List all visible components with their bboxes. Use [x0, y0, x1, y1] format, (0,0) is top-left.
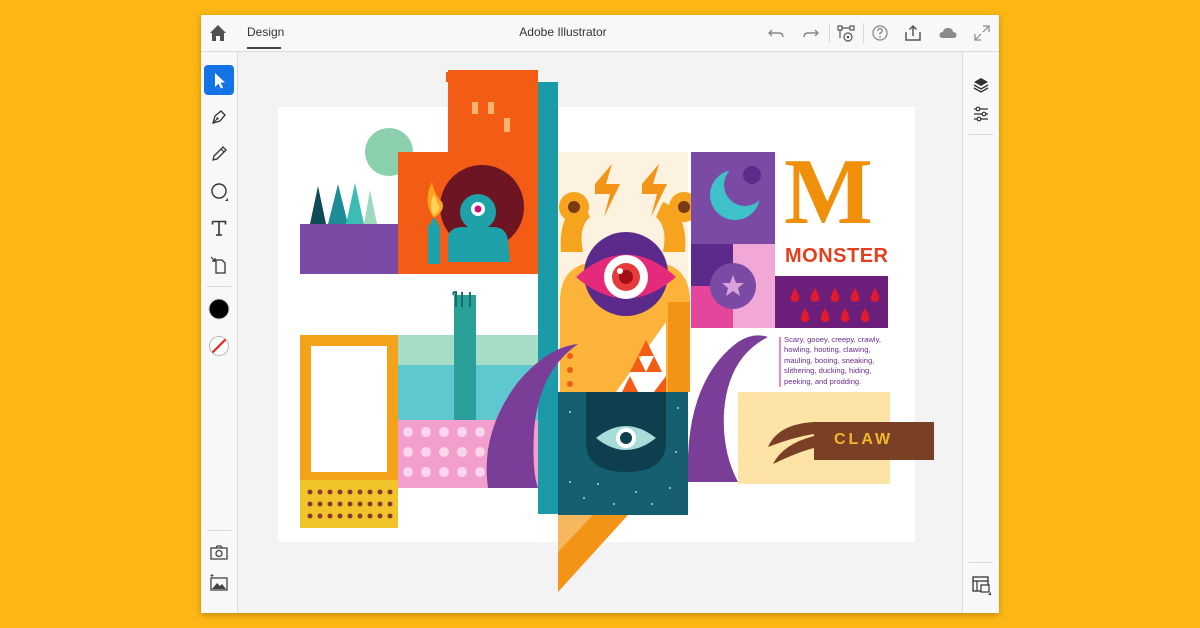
artboards-button[interactable] — [966, 569, 996, 599]
tree-shape — [346, 183, 364, 224]
bottom-eye-pupil-shape — [620, 432, 632, 444]
cloud-icon — [939, 28, 957, 38]
button-dot-shape — [567, 381, 573, 387]
monster-description[interactable]: Scary, gooey, creepy, crawly, howling, h… — [784, 335, 894, 387]
place-image-tool-icon — [210, 256, 226, 274]
castle-crenel-shape — [456, 72, 462, 82]
pencil-tool[interactable] — [204, 139, 234, 169]
teal-pillar-shape — [538, 82, 558, 514]
redo-icon — [803, 29, 819, 38]
pen-tool[interactable] — [204, 102, 234, 132]
castle-crenel-shape — [446, 72, 452, 82]
camera-capture-button[interactable] — [204, 538, 234, 568]
toolbar-divider — [863, 23, 864, 43]
tree-shape — [364, 190, 377, 224]
image-capture-button[interactable] — [204, 568, 234, 598]
claw-label[interactable]: CLAW — [834, 431, 893, 449]
layers-icon — [973, 78, 989, 93]
home-button[interactable] — [207, 22, 229, 44]
properties-icon — [974, 106, 988, 122]
layers-button[interactable] — [966, 70, 996, 100]
pencil-tool-icon — [212, 146, 227, 161]
no-stroke-icon — [209, 336, 229, 356]
pen-tool-icon — [212, 110, 226, 124]
fullscreen-icon — [974, 25, 990, 41]
castle-window-shape — [488, 102, 494, 114]
monster-hand-shape — [454, 295, 476, 420]
share-button[interactable] — [903, 23, 923, 43]
castle-window-shape — [472, 102, 478, 114]
help-icon — [872, 25, 888, 41]
text-accent-line — [779, 337, 781, 387]
toolbar-divider — [207, 286, 231, 287]
toolbar-divider — [969, 134, 993, 135]
cloud-button[interactable] — [938, 23, 958, 43]
fill-swatch-icon — [208, 298, 230, 320]
camera-capture-icon — [210, 545, 228, 560]
tools-panel — [201, 52, 238, 613]
purple-ground-shape — [300, 224, 398, 274]
redo-button[interactable] — [801, 23, 821, 43]
small-monster-body-shape — [448, 227, 510, 262]
place-image-tool[interactable] — [204, 250, 234, 280]
help-button[interactable] — [870, 23, 890, 43]
path-edit-button[interactable] — [836, 23, 856, 43]
app-title: Adobe Illustrator — [519, 25, 607, 39]
share-icon — [905, 24, 921, 41]
castle-window-shape — [504, 118, 510, 132]
castle-turret-shape — [500, 84, 530, 108]
dot-pattern — [307, 489, 393, 519]
type-tool[interactable] — [204, 213, 234, 243]
selection-tool[interactable] — [204, 65, 234, 95]
eye-highlight-shape — [617, 268, 623, 274]
toolbar-divider — [969, 562, 993, 563]
undo-icon — [768, 29, 784, 38]
canvas[interactable]: M MONSTER Scary, gooey, creepy, crawly, … — [238, 52, 962, 613]
eyestalk-eye-shape — [678, 201, 690, 213]
castle-crenel-shape — [466, 72, 472, 82]
home-icon — [210, 25, 226, 41]
big-m-letter[interactable]: M — [784, 145, 873, 239]
small-monster-pupil-shape — [474, 205, 482, 213]
image-capture-icon — [210, 574, 228, 591]
stroke-color-swatch[interactable] — [204, 331, 234, 361]
properties-button[interactable] — [966, 99, 996, 129]
frame-window-shape — [311, 346, 387, 472]
tree-shape — [328, 184, 348, 224]
undo-button[interactable] — [766, 23, 786, 43]
right-panel-bar — [962, 52, 999, 613]
monster-artwork[interactable] — [238, 52, 962, 613]
selection-tool-icon — [215, 73, 225, 89]
shape-tool-icon — [211, 183, 228, 201]
small-monster-arm-shape — [428, 217, 440, 264]
button-dot-shape — [567, 353, 573, 359]
shape-tool[interactable] — [204, 176, 234, 206]
eyestalk-eye-shape — [568, 201, 580, 213]
fullscreen-button[interactable] — [972, 23, 992, 43]
tab-design[interactable]: Design — [247, 25, 284, 49]
button-dot-shape — [567, 367, 573, 373]
toolbar-divider — [207, 530, 231, 531]
top-bar: Design Adobe Illustrator — [201, 15, 999, 52]
drops-tile-shape — [775, 276, 888, 328]
illustrator-window: Design Adobe Illustrator M MONSTER Scary… — [201, 15, 999, 613]
toolbar-divider — [829, 23, 830, 43]
monster-heading[interactable]: MONSTER — [785, 245, 889, 268]
path-edit-icon — [837, 25, 855, 42]
small-moon-shape — [743, 166, 761, 184]
monster-arm-shape — [668, 302, 690, 392]
tree-shape — [310, 186, 326, 224]
artboards-icon — [972, 576, 991, 595]
fill-color-swatch[interactable] — [204, 294, 234, 324]
type-tool-icon — [211, 220, 227, 236]
